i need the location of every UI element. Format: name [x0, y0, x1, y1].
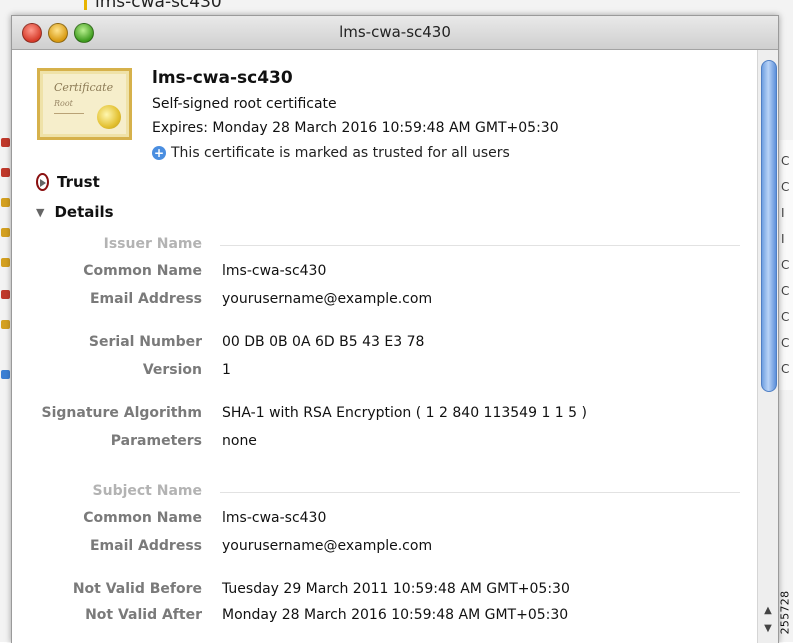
- field-label: Not Valid Before: [72, 581, 202, 597]
- field-value: 1: [222, 362, 231, 378]
- trust-status-text: This certificate is marked as trusted fo…: [171, 145, 510, 161]
- field-value: yourusername@example.com: [222, 291, 433, 307]
- scroll-up-arrow-icon[interactable]: ▲: [760, 603, 776, 619]
- trust-disclosure[interactable]: Trust: [36, 173, 100, 191]
- subject-email-row: Email Address yourusername@example.com: [12, 538, 772, 560]
- parameters-row: Parameters none: [12, 433, 772, 455]
- field-label: Parameters: [110, 433, 202, 449]
- subject-name-label: Subject Name: [92, 483, 202, 499]
- details-section-label: Details: [54, 203, 114, 221]
- field-label: Signature Algorithm: [41, 405, 202, 421]
- issuer-name-header: Issuer Name: [12, 236, 772, 258]
- not-valid-after-row: Not Valid After Monday 28 March 2016 10:…: [12, 607, 772, 629]
- not-valid-before-row: Not Valid Before Tuesday 29 March 2011 1…: [12, 581, 772, 603]
- background-column-char: C: [781, 310, 790, 324]
- background-status-icon: [1, 370, 10, 379]
- certificate-icon: Certificate Root: [37, 68, 132, 140]
- issuer-name-label: Issuer Name: [103, 236, 202, 252]
- scroll-down-arrow-icon[interactable]: ▼: [760, 621, 776, 637]
- divider: [220, 245, 740, 246]
- field-value: yourusername@example.com: [222, 538, 433, 554]
- background-status-icon: [1, 138, 10, 147]
- certificate-type: Self-signed root certificate: [152, 96, 337, 112]
- figure-id: 255728: [778, 590, 792, 635]
- field-value: none: [222, 433, 257, 449]
- field-label: Email Address: [89, 291, 202, 307]
- serial-number-row: Serial Number 00 DB 0B 0A 6D B5 43 E3 78: [12, 334, 772, 356]
- certificate-expiry: Expires: Monday 28 March 2016 10:59:48 A…: [152, 120, 559, 136]
- background-marker: [84, 0, 87, 10]
- certificate-window: lms-cwa-sc430 Certificate Root lms-cwa-s…: [11, 15, 779, 643]
- background-column-char: C: [781, 180, 790, 194]
- field-value: lms-cwa-sc430: [222, 263, 327, 279]
- background-column-char: C: [781, 362, 790, 376]
- field-label: Common Name: [83, 263, 202, 279]
- certificate-icon-label: Certificate: [54, 81, 114, 94]
- background-column-char: C: [781, 154, 790, 168]
- scrollbar-thumb[interactable]: [761, 60, 777, 392]
- certificate-seal-icon: [97, 105, 121, 129]
- disclosure-triangle-right-icon[interactable]: [36, 173, 49, 191]
- vertical-scrollbar[interactable]: ▲ ▼: [757, 50, 778, 643]
- background-column-char: C: [781, 258, 790, 272]
- subject-common-name-row: Common Name lms-cwa-sc430: [12, 510, 772, 532]
- certificate-details-pane: Certificate Root lms-cwa-sc430 Self-sign…: [12, 50, 758, 643]
- signature-algorithm-row: Signature Algorithm SHA-1 with RSA Encry…: [12, 405, 772, 427]
- field-value: Tuesday 29 March 2011 10:59:48 AM GMT+05…: [222, 581, 570, 597]
- title-bar[interactable]: lms-cwa-sc430: [12, 16, 778, 50]
- field-value: lms-cwa-sc430: [222, 510, 327, 526]
- certificate-icon-rule: [54, 113, 84, 114]
- disclosure-triangle-down-icon[interactable]: ▼: [36, 206, 44, 219]
- field-label: Version: [142, 362, 202, 378]
- field-value: 00 DB 0B 0A 6D B5 43 E3 78: [222, 334, 425, 350]
- field-value: SHA-1 with RSA Encryption ( 1 2 840 1135…: [222, 405, 587, 421]
- background-column-char: I: [781, 206, 785, 220]
- trust-section-label: Trust: [57, 173, 100, 191]
- field-label: Not Valid After: [85, 607, 202, 623]
- plus-info-icon: +: [152, 146, 166, 160]
- background-column-char: C: [781, 336, 790, 350]
- background-status-icon: [1, 258, 10, 267]
- trust-status: + This certificate is marked as trusted …: [152, 145, 510, 161]
- subject-name-header: Subject Name: [12, 483, 772, 505]
- field-label: Email Address: [89, 538, 202, 554]
- background-status-icon: [1, 320, 10, 329]
- issuer-email-row: Email Address yourusername@example.com: [12, 291, 772, 313]
- details-disclosure[interactable]: ▼ Details: [36, 203, 114, 221]
- background-status-icon: [1, 168, 10, 177]
- field-value: Monday 28 March 2016 10:59:48 AM GMT+05:…: [222, 607, 569, 623]
- window-title: lms-cwa-sc430: [339, 23, 451, 41]
- certificate-name: lms-cwa-sc430: [152, 68, 293, 88]
- issuer-common-name-row: Common Name lms-cwa-sc430: [12, 263, 772, 285]
- certificate-icon-sublabel: Root: [54, 99, 73, 108]
- version-row: Version 1: [12, 362, 772, 384]
- background-right-column: C C I I C C C C C: [778, 140, 793, 390]
- background-window-title: lms-cwa-sc430: [95, 0, 222, 12]
- background-status-icon: [1, 198, 10, 207]
- background-column-char: I: [781, 232, 785, 246]
- background-status-icon: [1, 228, 10, 237]
- background-column-char: C: [781, 284, 790, 298]
- field-label: Common Name: [83, 510, 202, 526]
- field-label: Serial Number: [88, 334, 202, 350]
- background-status-icon: [1, 290, 10, 299]
- divider: [220, 492, 740, 493]
